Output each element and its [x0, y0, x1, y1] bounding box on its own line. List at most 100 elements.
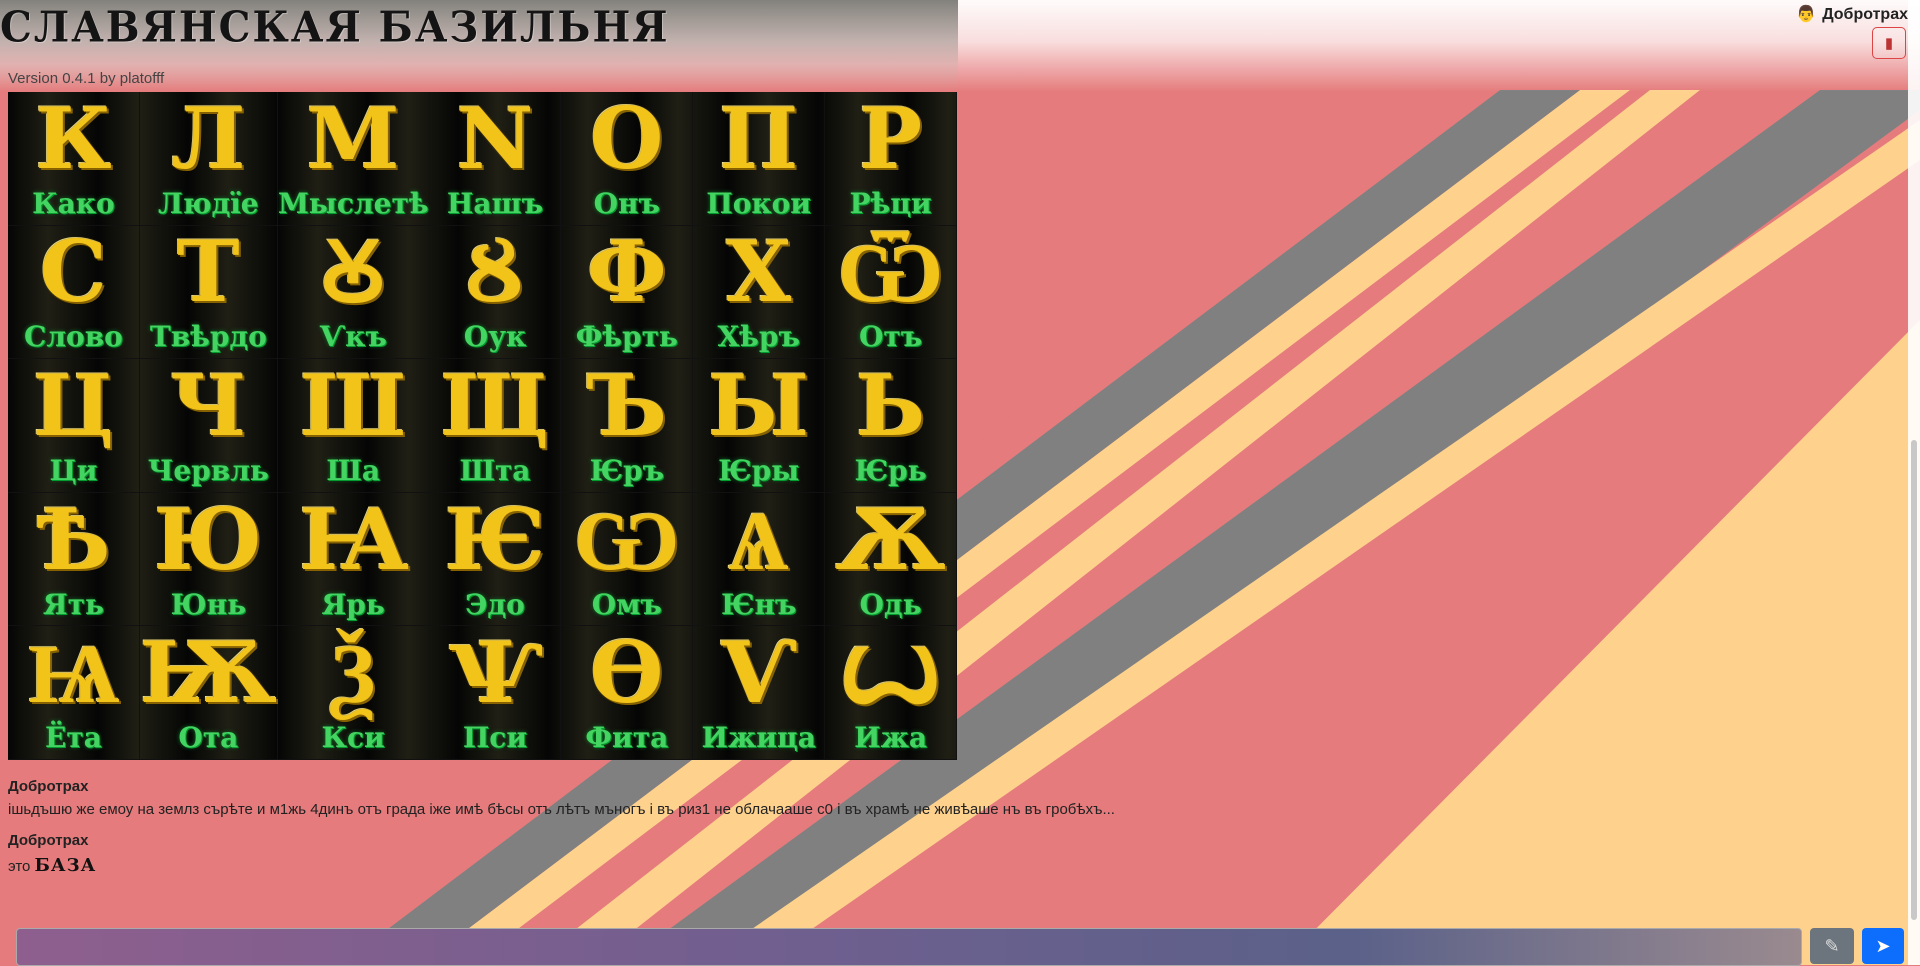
- letter-cell: Ѱ Пси: [429, 623, 562, 760]
- letter-name: Ижа: [854, 721, 927, 755]
- version-label: Version 0.4.1 by platofff: [8, 70, 165, 87]
- attach-button[interactable]: ✎: [1810, 928, 1854, 964]
- letter-name: Кси: [321, 721, 385, 755]
- letter-cell: Ѡ Омъ: [561, 492, 694, 627]
- letter-glyph: Ѧ: [728, 489, 790, 589]
- letter-cell: Л Людїе: [139, 92, 278, 226]
- user-avatar-icon: 👨: [1796, 6, 1817, 23]
- letter-glyph: Ꙍ: [841, 623, 941, 723]
- message-input-container[interactable]: [16, 928, 1802, 966]
- letter-glyph: Ѫ: [835, 489, 946, 589]
- letter-name: Червль: [147, 453, 269, 487]
- page-scrollbar[interactable]: [1908, 0, 1920, 965]
- letter-name: Фита: [585, 721, 669, 755]
- letter-name: Мыслетѣ: [277, 186, 429, 220]
- letter-name: Ѥрь: [854, 453, 927, 487]
- message-input[interactable]: [17, 929, 1801, 965]
- letter-cell: Ь Ѥрь: [825, 359, 957, 493]
- letter-name: Ота: [178, 721, 239, 755]
- alphabet-image: К Како Л Людїе М Мыслетѣ N Нашъ О Онъ П Покои Р Рѣци С…: [8, 92, 957, 760]
- letter-glyph: Ю: [154, 489, 263, 589]
- letter-name: Пси: [462, 721, 528, 755]
- logout-button[interactable]: ▮: [1872, 27, 1906, 59]
- letter-name: Рѣци: [849, 186, 932, 220]
- letter-glyph: Ѱ: [448, 623, 541, 723]
- letter-glyph: Ч: [169, 355, 247, 455]
- letter-name: Шта: [459, 453, 531, 487]
- send-button[interactable]: ➤: [1862, 928, 1904, 964]
- letter-name: Твѣрдо: [149, 320, 267, 354]
- letter-glyph: К: [35, 92, 112, 188]
- letter-name: Нашъ: [446, 186, 544, 220]
- letter-name: Эдо: [465, 587, 525, 621]
- letter-cell: К Како: [8, 92, 140, 226]
- letter-cell: Ȣ Оук: [429, 225, 562, 360]
- message-text: ішьдъшю же емоу на землз сърѣте и м1жь 4…: [8, 801, 1115, 818]
- letter-name: Ѥры: [718, 453, 800, 487]
- letter-glyph: Ф: [586, 222, 667, 322]
- letter-cell: Ѧ Ѥнъ: [693, 489, 826, 627]
- letter-name: Омъ: [591, 587, 662, 621]
- letter-name: Юнь: [170, 587, 247, 621]
- site-title: СЛАВЯНСКАЯ БАЗИЛЬНЯ: [0, 2, 670, 53]
- letter-cell: Ѿ Отъ: [825, 225, 957, 360]
- letter-glyph: Ꙋ: [320, 222, 386, 322]
- letter-name: Ѥнъ: [720, 587, 797, 621]
- letter-glyph: О: [590, 92, 664, 188]
- letter-cell: Ѳ Фита: [561, 623, 694, 760]
- letter-name: Слово: [24, 320, 123, 354]
- letter-name: Ять: [42, 587, 104, 621]
- paperclip-icon: ✎: [1824, 935, 1840, 956]
- letter-glyph: М: [306, 92, 400, 188]
- letter-cell: Ц Ци: [8, 359, 140, 493]
- letter-cell: Ч Червль: [139, 355, 278, 493]
- letter-name: Ша: [326, 453, 380, 487]
- user-menu[interactable]: 👨 Добротрах: [1796, 4, 1908, 24]
- letter-name: Ярь: [321, 587, 385, 621]
- door-icon: ▮: [1884, 35, 1894, 52]
- letter-glyph: П: [719, 92, 799, 188]
- message: Добротрах это БАЗА: [8, 832, 1408, 876]
- letter-glyph: Р: [858, 92, 923, 188]
- message: Добротрах ішьдъшю же емоу на землз сърѣт…: [8, 778, 1408, 818]
- letter-glyph: Ѯ: [331, 623, 376, 723]
- letter-glyph: Ѳ: [590, 623, 664, 723]
- letter-glyph: Ъ: [586, 355, 667, 455]
- letter-cell: Ш Ша: [277, 355, 430, 493]
- letter-glyph: С: [40, 222, 107, 322]
- letter-glyph: Ц: [32, 355, 115, 455]
- scrollbar-thumb[interactable]: [1911, 440, 1917, 920]
- letter-cell: N Нашъ: [429, 92, 562, 226]
- letter-cell: С Слово: [8, 222, 140, 360]
- message-author: Добротрах: [8, 832, 89, 849]
- letter-cell: Р Рѣци: [825, 92, 957, 226]
- letter-glyph: Ѣ: [36, 489, 111, 589]
- message-text: это БАЗА: [8, 855, 1408, 876]
- message-list: Добротрах ішьдъшю же емоу на землз сърѣт…: [8, 778, 1408, 890]
- letter-glyph: Ꙗ: [299, 489, 408, 589]
- letter-name: Одь: [859, 587, 922, 621]
- letter-glyph: Щ: [440, 355, 550, 455]
- letter-cell: Ъ Ѥръ: [561, 355, 694, 493]
- letter-glyph: Ы: [708, 355, 810, 455]
- letter-cell: Ꙗ Ярь: [277, 489, 430, 627]
- letter-cell: Ю Юнь: [139, 489, 278, 627]
- emote-baza: БАЗА: [34, 855, 97, 876]
- letter-cell: Ѥ Эдо: [429, 489, 562, 627]
- letter-name: Како: [32, 186, 115, 220]
- letter-cell: Х Хѣръ: [693, 222, 826, 360]
- letter-glyph: Ь: [855, 355, 926, 455]
- letter-cell: Ф Фѣрть: [561, 222, 694, 360]
- letter-name: Фѣрть: [575, 320, 678, 354]
- letter-glyph: Ѩ: [27, 623, 120, 723]
- letter-name: Отъ: [858, 320, 923, 354]
- letter-glyph: Х: [726, 222, 792, 322]
- letter-cell: Ѭ Ота: [139, 626, 278, 760]
- letter-name: Ижица: [701, 721, 816, 755]
- letter-glyph: Ѥ: [444, 489, 546, 589]
- letter-cell: Щ Шта: [429, 355, 562, 493]
- letter-glyph: Ш: [299, 355, 407, 455]
- message-text-content: это: [8, 858, 31, 875]
- letter-name: Ѥръ: [589, 453, 665, 487]
- message-author: Добротрах: [8, 778, 89, 795]
